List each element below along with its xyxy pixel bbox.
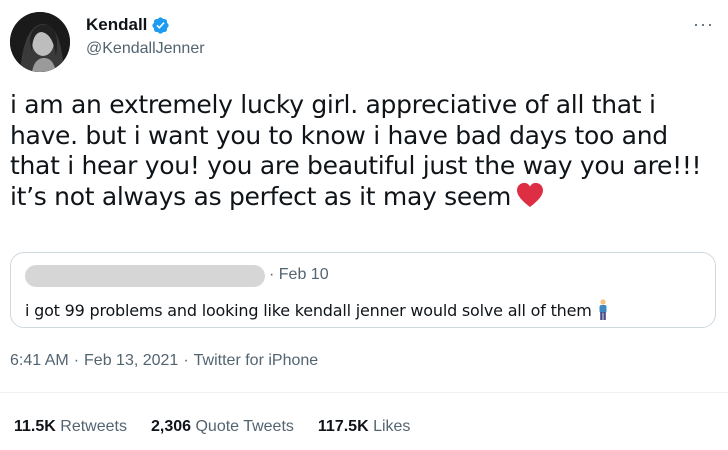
engagement-stats: 11.5K Retweets 2,306 Quote Tweets 117.5K… (14, 418, 410, 436)
tweet-source[interactable]: Twitter for iPhone (194, 352, 319, 369)
tweet-header: Kendall @KendallJenner ··· (10, 10, 718, 72)
quoted-date-separator: · (269, 266, 275, 283)
display-name[interactable]: Kendall (86, 14, 147, 36)
avatar[interactable] (10, 12, 70, 72)
avatar-image (10, 12, 70, 72)
tweet-date[interactable]: Feb 13, 2021 (84, 352, 178, 369)
quote-tweets-count: 2,306 (150, 418, 192, 435)
meta-separator: · (183, 352, 189, 369)
tweet-line: i am an extremely lucky girl. appreciati… (10, 90, 656, 119)
tweet-metadata: 6:41 AM · Feb 13, 2021 · Twitter for iPhone (10, 352, 318, 370)
quoted-text-content: i got 99 problems and looking like kenda… (25, 301, 592, 320)
tweet-time[interactable]: 6:41 AM (10, 352, 69, 369)
quoted-date[interactable]: · Feb 10 (269, 266, 329, 284)
likes-stat[interactable]: 117.5K Likes (318, 418, 411, 436)
more-options-button[interactable]: ··· (693, 15, 714, 33)
meta-separator: · (73, 352, 80, 369)
verified-badge-icon (152, 16, 170, 34)
tweet-text: i am an extremely lucky girl. appreciati… (10, 90, 715, 212)
quote-tweets-stat[interactable]: 2,306 Quote Tweets (151, 418, 294, 436)
retweets-stat[interactable]: 11.5K Retweets (14, 418, 127, 436)
quoted-date-value: Feb 10 (278, 266, 329, 283)
divider (0, 392, 728, 393)
quoted-author-redacted (25, 265, 265, 287)
quote-tweets-label: Quote Tweets (195, 418, 294, 435)
quoted-text: i got 99 problems and looking like kenda… (25, 299, 608, 321)
likes-label: Likes (373, 418, 411, 435)
man-standing-icon (599, 299, 607, 320)
red-heart-icon (517, 182, 544, 207)
tweet-line: it’s not always as perfect as it may see… (10, 181, 512, 211)
handle[interactable]: @KendallJenner (86, 38, 205, 60)
tweet-line-last: it’s not always as perfect as it may see… (10, 182, 715, 213)
more-horizontal-icon: ··· (693, 14, 714, 34)
retweets-label: Retweets (60, 418, 127, 435)
author-names: Kendall @KendallJenner (86, 14, 205, 60)
tweet-line: that i hear you! you are beautiful just … (10, 151, 702, 180)
likes-count: 117.5K (317, 418, 369, 435)
tweet-line: have. but i want you to know i have bad … (10, 120, 668, 150)
quoted-tweet[interactable]: · Feb 10 i got 99 problems and looking l… (10, 252, 716, 328)
retweets-count: 11.5K (14, 418, 56, 435)
